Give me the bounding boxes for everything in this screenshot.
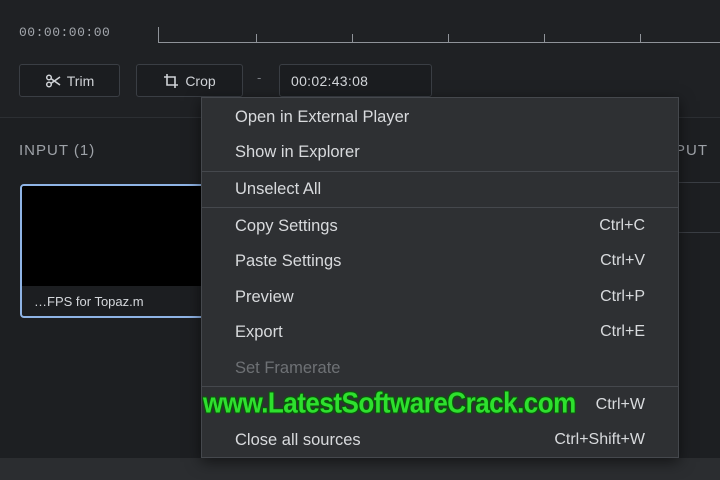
menu-item-label: Open in External Player [235, 107, 410, 126]
ruler-tick [544, 34, 545, 42]
input-video-thumbnail[interactable]: …FPS for Topaz.m [20, 184, 210, 318]
menu-item-copy-settings[interactable]: Copy Settings Ctrl+C [202, 210, 678, 242]
menu-item-shortcut: Ctrl+Shift+W [554, 431, 645, 448]
duration-field[interactable]: 00:02:43:08 [279, 64, 432, 97]
scissors-icon [45, 73, 61, 88]
menu-item-set-framerate: Set Framerate [202, 352, 678, 384]
toolbar-separator: - [257, 70, 262, 85]
menu-item-label: Show in Explorer [235, 142, 360, 161]
timeline-start-timecode: 00:00:00:00 [19, 25, 111, 40]
trim-label: Trim [66, 72, 95, 89]
menu-item-preview[interactable]: Preview Ctrl+P [202, 281, 678, 313]
menu-item-unselect-all[interactable]: Unselect All [202, 173, 678, 205]
output-panel-header: PUT [675, 142, 708, 159]
ruler-tick [640, 34, 641, 42]
menu-item-export[interactable]: Export Ctrl+E [202, 316, 678, 348]
menu-item-shortcut: Ctrl+C [599, 217, 645, 234]
context-menu: Open in External Player Show in Explorer… [201, 97, 679, 458]
menu-item-label: Preview [235, 287, 294, 306]
crop-label: Crop [185, 72, 216, 89]
ruler-tick [448, 34, 449, 42]
menu-item-label: Paste Settings [235, 251, 342, 270]
thumbnail-filename: …FPS for Topaz.m [34, 294, 144, 309]
bottom-bar [0, 458, 720, 480]
output-divider [678, 182, 720, 183]
menu-item-paste-settings[interactable]: Paste Settings Ctrl+V [202, 245, 678, 277]
menu-item-shortcut: Ctrl+P [600, 288, 645, 305]
menu-item-label: Unselect All [235, 179, 322, 198]
ruler-tick [352, 34, 353, 42]
menu-item-show-in-explorer[interactable]: Show in Explorer [202, 136, 678, 168]
menu-item-label: Set Framerate [235, 358, 341, 377]
ruler-tick [256, 34, 257, 42]
menu-separator [202, 386, 678, 387]
menu-item-close-all-sources[interactable]: Close all sources Ctrl+Shift+W [202, 424, 678, 456]
crop-icon [163, 73, 179, 89]
menu-item-shortcut: Ctrl+V [600, 252, 645, 269]
video-preview [22, 186, 208, 286]
crop-button[interactable]: Crop [136, 64, 243, 97]
menu-item-open-external-player[interactable]: Open in External Player [202, 101, 678, 133]
menu-item-shortcut: Ctrl+E [600, 323, 645, 340]
menu-item-shortcut: Ctrl+W [595, 396, 645, 413]
menu-item-label: Close all sources [235, 430, 361, 449]
menu-item-label: Export [235, 322, 283, 341]
menu-item-close-source[interactable]: Ctrl+W [202, 389, 678, 421]
menu-separator [202, 207, 678, 208]
output-divider [678, 232, 720, 233]
menu-item-label: Copy Settings [235, 216, 338, 235]
timeline-ruler[interactable] [158, 27, 720, 43]
menu-separator [202, 171, 678, 172]
input-panel-header: INPUT (1) [19, 142, 96, 159]
trim-button[interactable]: Trim [19, 64, 120, 97]
